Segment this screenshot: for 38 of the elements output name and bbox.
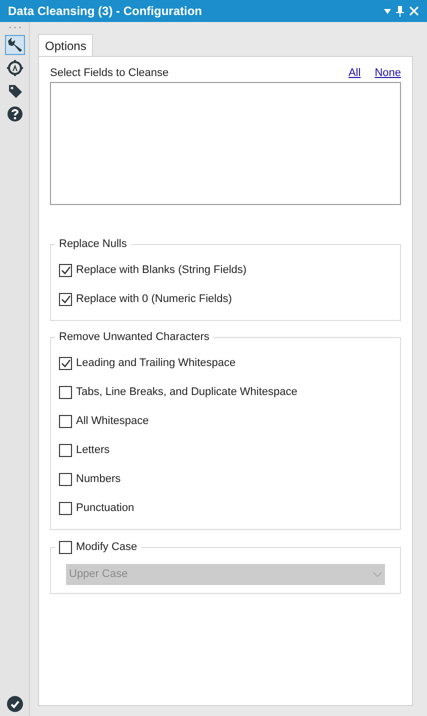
window-title: Data Cleansing (3) - Configuration: [8, 3, 204, 20]
tab[interactable]: Options: [38, 34, 94, 56]
checkbox-label[interactable]: Letters: [76, 442, 110, 459]
checkbox-label[interactable]: Punctuation: [76, 500, 134, 517]
target-icon: [6, 60, 22, 76]
grip-icon[interactable]: [8, 26, 22, 29]
dropdown-icon[interactable]: [384, 8, 391, 14]
checkbox-label[interactable]: Replace with 0 (Numeric Fields): [76, 291, 232, 308]
checkbox[interactable]: [59, 293, 72, 306]
section-label: Select Fields to Cleanse: [50, 66, 170, 81]
check-circle-icon: [6, 696, 22, 712]
toolbar-button[interactable]: [4, 58, 24, 78]
checkbox[interactable]: [59, 264, 72, 277]
checkbox[interactable]: [59, 386, 72, 399]
checkbox-label[interactable]: Tabs, Line Breaks, and Duplicate Whitespace: [76, 384, 298, 401]
link[interactable]: All: [348, 64, 361, 82]
close-icon[interactable]: [409, 6, 419, 16]
checkbox-label[interactable]: Numbers: [76, 471, 121, 488]
checkbox-label[interactable]: All Whitespace: [76, 413, 149, 430]
tag-icon: [6, 83, 22, 99]
checkbox-label[interactable]: Modify Case: [76, 538, 138, 556]
checkbox[interactable]: [59, 444, 72, 457]
checkbox-label[interactable]: Leading and Trailing Whitespace: [76, 355, 236, 372]
toolbar-button[interactable]: [4, 35, 24, 55]
link[interactable]: None: [374, 64, 401, 82]
checkbox[interactable]: [59, 502, 72, 515]
wrench-icon: [6, 37, 22, 53]
checkbox[interactable]: [59, 357, 72, 370]
pin-icon[interactable]: [396, 6, 404, 16]
checkbox-label[interactable]: Replace with Blanks (String Fields): [76, 262, 247, 279]
checkbox[interactable]: [59, 540, 72, 554]
field-list[interactable]: [50, 82, 401, 205]
checkbox[interactable]: [59, 473, 72, 486]
help-icon: [6, 106, 22, 122]
chevron-icon: [373, 572, 382, 577]
group-title: Replace Nulls: [55, 237, 131, 251]
toolbar-button[interactable]: [4, 104, 24, 124]
checkbox[interactable]: [59, 415, 72, 428]
